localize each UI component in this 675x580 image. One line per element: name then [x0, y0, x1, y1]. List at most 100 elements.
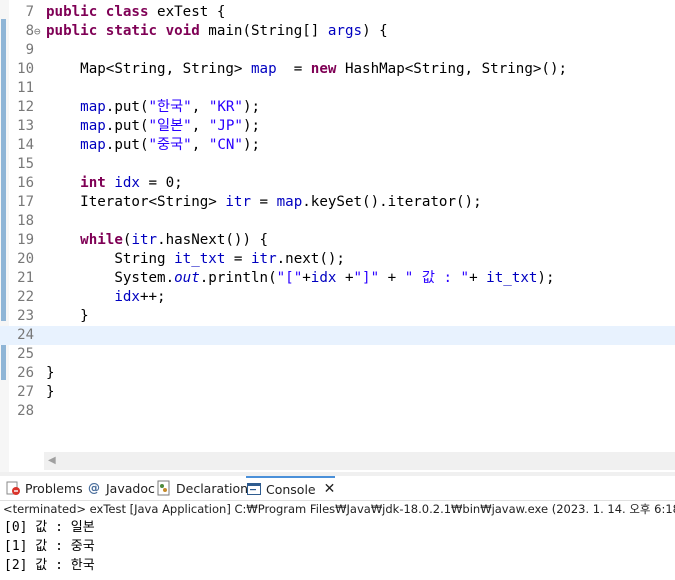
code-line[interactable]: 10 Map<String, String> map = new HashMap… — [0, 60, 675, 79]
code-token: = — [225, 251, 251, 267]
code-token: "[" — [276, 270, 303, 286]
line-number: 12 — [17, 99, 34, 115]
code-line[interactable]: 15 — [0, 155, 675, 174]
line-number: 10 — [17, 61, 34, 77]
line-number: 22 — [17, 289, 34, 305]
code-text: System.out.println("["+idx +"]" + " 값 : … — [46, 269, 554, 288]
line-number: 19 — [17, 232, 34, 248]
code-token: .put( — [105, 137, 149, 153]
code-line[interactable]: 20 String it_txt = itr.next(); — [0, 250, 675, 269]
code-token: map — [276, 194, 303, 210]
code-token: } — [46, 365, 55, 381]
code-line[interactable]: 23 } — [0, 307, 675, 326]
console-line: [2] 값 : 한국 — [4, 558, 95, 573]
problems-icon — [5, 480, 21, 496]
code-text: map.put("일본", "JP"); — [46, 117, 260, 136]
code-line[interactable]: 22 idx++; — [0, 288, 675, 307]
code-token: map — [80, 137, 106, 153]
code-token: , — [191, 118, 209, 134]
code-line[interactable]: 27} — [0, 383, 675, 402]
code-token: .put( — [105, 118, 149, 134]
code-text: String it_txt = itr.next(); — [46, 250, 345, 269]
code-token: map — [251, 61, 277, 77]
code-token: main(String[] — [199, 23, 328, 39]
code-token: Iterator<String> — [46, 194, 226, 210]
code-token: = 0; — [139, 175, 183, 191]
code-token: System. — [46, 270, 175, 286]
line-number: 21 — [17, 270, 34, 286]
tab-label: Problems — [25, 480, 83, 496]
tab-javadoc[interactable]: @ Javadoc — [86, 476, 155, 500]
console-line: [1] 값 : 중국 — [4, 539, 95, 554]
code-token: = — [276, 61, 311, 77]
line-number: 16 — [17, 175, 34, 191]
code-token: int — [80, 175, 106, 191]
fold-toggle-icon[interactable]: ⊖ — [34, 22, 41, 41]
line-number: 28 — [17, 403, 34, 419]
code-token: "JP" — [208, 118, 243, 134]
tab-problems[interactable]: Problems — [5, 476, 83, 500]
code-token: .keySet().iterator(); — [302, 194, 482, 210]
code-token: it_txt — [486, 270, 538, 286]
console-status: <terminated> exTest [Java Application] C… — [3, 502, 675, 516]
code-line[interactable]: 28 — [0, 402, 675, 421]
code-token: Map<String, String> — [46, 61, 251, 77]
scroll-left-icon[interactable]: ◀ — [48, 455, 56, 466]
code-token: ) { — [362, 23, 388, 39]
horizontal-scrollbar[interactable]: ◀ — [44, 452, 675, 470]
line-number: 20 — [17, 251, 34, 267]
line-number: 26 — [17, 365, 34, 381]
code-token: , — [191, 99, 209, 115]
line-number: 17 — [17, 194, 34, 210]
line-number: 23 — [17, 308, 34, 324]
code-line[interactable]: 19 while(itr.hasNext()) { — [0, 231, 675, 250]
code-line[interactable]: 13 map.put("일본", "JP"); — [0, 117, 675, 136]
close-icon[interactable]: ✕ — [324, 481, 336, 497]
code-line[interactable]: 12 map.put("한국", "KR"); — [0, 98, 675, 117]
code-token: "일본" — [148, 118, 192, 134]
tab-console[interactable]: Console ✕ — [246, 476, 336, 500]
code-line[interactable]: 11 — [0, 79, 675, 98]
code-token: ); — [242, 137, 261, 153]
code-text: map.put("한국", "KR"); — [46, 98, 260, 117]
code-token: HashMap<String, String>(); — [336, 61, 568, 77]
code-line[interactable]: 16 int idx = 0; — [0, 174, 675, 193]
code-line[interactable]: 9 — [0, 41, 675, 60]
code-line[interactable]: 8 ⊖ public static void main(String[] args)… — [0, 22, 675, 41]
code-token: class — [105, 4, 149, 20]
tab-declaration[interactable]: Declaration — [156, 476, 248, 500]
code-line[interactable]: 26} — [0, 364, 675, 383]
code-text: idx++; — [46, 288, 165, 307]
code-token: idx — [114, 175, 140, 191]
line-number: 8 — [25, 23, 34, 39]
code-line[interactable]: 17 Iterator<String> itr = map.keySet().i… — [0, 193, 675, 212]
line-number: 9 — [25, 42, 34, 58]
code-token: idx — [114, 289, 140, 305]
code-token: "CN" — [208, 137, 243, 153]
tab-label: Declaration — [176, 480, 249, 496]
declaration-icon — [156, 480, 172, 496]
code-token: exTest { — [148, 4, 226, 20]
code-token: + — [302, 270, 311, 286]
code-token: } — [46, 308, 89, 324]
code-token: , — [191, 137, 209, 153]
code-token: " 값 : " — [404, 270, 470, 286]
code-text: } — [46, 307, 89, 326]
code-line[interactable]: 21 System.out.println("["+idx +"]" + " 값… — [0, 269, 675, 288]
code-line[interactable]: 18 — [0, 212, 675, 231]
code-editor[interactable]: 7 public class exTest {8 ⊖ public static vo… — [0, 0, 675, 472]
console-line: [0] 값 : 일본 — [4, 520, 95, 535]
code-token: "KR" — [208, 99, 243, 115]
code-line[interactable]: 24 — [0, 326, 675, 345]
code-line[interactable]: 25 — [0, 345, 675, 364]
code-line[interactable]: 7 public class exTest { — [0, 3, 675, 22]
code-token: it_txt — [174, 251, 226, 267]
tab-label: Javadoc — [106, 480, 155, 496]
code-text: map.put("중국", "CN"); — [46, 136, 260, 155]
line-number: 18 — [17, 213, 34, 229]
code-line[interactable]: 14 map.put("중국", "CN"); — [0, 136, 675, 155]
